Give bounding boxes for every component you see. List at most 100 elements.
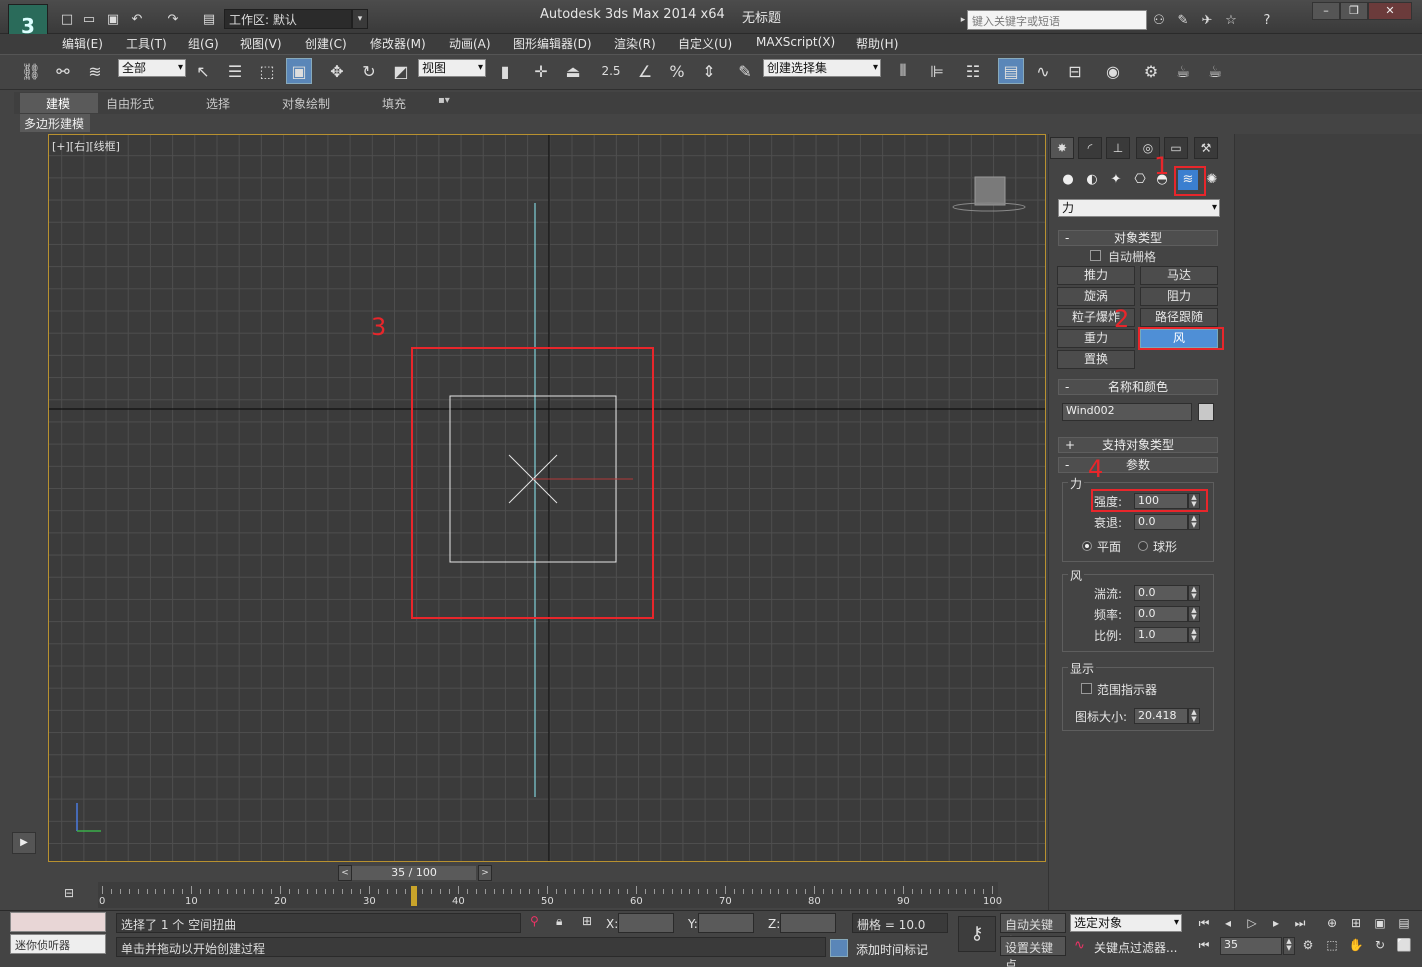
shapes-icon[interactable]: ◐ — [1082, 170, 1102, 190]
menu-help[interactable]: 帮助(H) — [856, 35, 898, 52]
edit-named-selection-icon[interactable]: ✎ — [732, 58, 758, 84]
lock-selection-icon[interactable]: 🔒︎ — [556, 914, 562, 929]
vortex-button[interactable]: 旋涡 — [1057, 287, 1135, 306]
undo-icon[interactable]: ↶ — [128, 10, 146, 28]
time-prev-button[interactable]: < — [338, 865, 352, 881]
named-selection-dropdown[interactable]: 创建选择集 — [763, 59, 881, 77]
hierarchy-tab-icon[interactable]: ⊥ — [1106, 137, 1130, 159]
redo-icon[interactable]: ↷ — [164, 10, 182, 28]
next-frame-icon[interactable]: ▸ — [1266, 914, 1286, 932]
parameters-rollout-header[interactable]: - 参数 — [1058, 457, 1218, 473]
ribbon-tab-object-paint[interactable]: 对象绘制 — [282, 95, 330, 112]
modify-tab-icon[interactable]: ◜ — [1078, 137, 1102, 159]
geometry-icon[interactable]: ● — [1058, 170, 1078, 190]
help-icon[interactable]: ? — [1258, 11, 1276, 29]
scale-spinner[interactable]: ▲ ▼ — [1188, 627, 1200, 643]
menu-views[interactable]: 视图(V) — [240, 35, 282, 52]
project-folder-icon[interactable]: ▤ — [200, 10, 218, 28]
layer-manager-icon[interactable]: ☷ — [960, 58, 986, 84]
spinner-snap-icon[interactable]: ⇕ — [696, 58, 722, 84]
displace-button[interactable]: 置换 — [1057, 350, 1135, 369]
ribbon-tab-populate[interactable]: 填充 — [382, 95, 406, 112]
viewport-right[interactable] — [48, 134, 1046, 862]
isolate-selection-icon[interactable]: ⚲ — [530, 914, 539, 928]
save-icon[interactable]: ▣ — [104, 10, 122, 28]
binoculars-icon[interactable]: ⚇ — [1150, 11, 1168, 29]
pivot-center-icon[interactable]: ▮ — [492, 58, 518, 84]
name-color-rollout-header[interactable]: - 名称和颜色 — [1058, 379, 1218, 395]
go-to-end-icon[interactable]: ⏭ — [1290, 914, 1310, 932]
path-follow-button[interactable]: 路径跟随 — [1140, 308, 1218, 327]
menu-maxscript[interactable]: MAXScript(X) — [756, 35, 835, 49]
icon-size-spinner[interactable]: ▲ ▼ — [1188, 708, 1200, 724]
maximize-button[interactable]: ❐ — [1340, 2, 1368, 20]
selection-filter-dropdown[interactable]: 全部 — [118, 59, 186, 77]
utilities-tab-icon[interactable]: ⚒ — [1194, 137, 1218, 159]
lights-icon[interactable]: ✦ — [1106, 170, 1126, 190]
key-filters-button[interactable]: 关键点过滤器... — [1094, 939, 1177, 956]
menu-edit[interactable]: 编辑(E) — [62, 35, 103, 52]
tools-icon[interactable]: ✎ — [1174, 11, 1192, 29]
workspace-dropdown[interactable]: 工作区: 默认 — [224, 9, 352, 29]
prev-frame-icon[interactable]: ◂ — [1218, 914, 1238, 932]
time-tag-icon[interactable] — [830, 939, 848, 957]
rotate-icon[interactable]: ↻ — [356, 58, 382, 84]
ref-coord-dropdown[interactable]: 视图 — [418, 59, 486, 77]
favorites-star-icon[interactable]: ☆ — [1222, 11, 1240, 29]
minimize-button[interactable]: – — [1312, 2, 1340, 20]
mini-listener[interactable]: 迷你侦听器 — [10, 934, 106, 954]
object-type-rollout-header[interactable]: - 对象类型 — [1058, 230, 1218, 246]
new-file-icon[interactable]: □ — [58, 10, 76, 28]
menu-tools[interactable]: 工具(T) — [126, 35, 167, 52]
auto-grid-checkbox[interactable] — [1090, 250, 1101, 261]
workspace-dropdown-arrow[interactable]: ▾ — [352, 9, 368, 29]
snap-toggle-icon[interactable]: 2.5 — [598, 58, 624, 84]
decay-spinner[interactable]: ▲ ▼ — [1188, 514, 1200, 530]
ribbon-sub-tab[interactable]: 多边形建模 — [20, 114, 90, 132]
expand-ribbon-button[interactable]: ▶ — [12, 832, 36, 854]
cameras-icon[interactable]: ⎔ — [1130, 170, 1150, 190]
pan-icon[interactable]: ✋ — [1346, 936, 1366, 954]
bind-spacewarp-icon[interactable]: ≋ — [82, 58, 108, 84]
key-filters-icon[interactable]: ∿ — [1074, 938, 1085, 953]
select-object-icon[interactable]: ↖ — [190, 58, 216, 84]
scene-explorer-icon[interactable]: ▤ — [998, 58, 1024, 84]
set-key-button[interactable]: 设置关键点 — [1000, 936, 1066, 967]
select-by-name-icon[interactable]: ☰ — [222, 58, 248, 84]
zoom-extents-all-icon[interactable]: ▤ — [1394, 914, 1414, 932]
menu-animation[interactable]: 动画(A) — [449, 35, 491, 52]
object-color-swatch[interactable] — [1198, 403, 1214, 421]
current-frame-spinner[interactable]: ▲ ▼ — [1283, 937, 1295, 955]
material-editor-icon[interactable]: ◉ — [1100, 58, 1126, 84]
current-frame-field[interactable]: 35 — [1220, 937, 1282, 955]
go-to-start-icon[interactable]: ⏮ — [1194, 914, 1214, 932]
window-crossing-icon[interactable]: ▣ — [286, 58, 312, 84]
menu-group[interactable]: 组(G) — [188, 35, 219, 52]
ribbon-tab-freeform[interactable]: 自由形式 — [106, 95, 154, 112]
frequency-field[interactable]: 0.0 — [1134, 606, 1188, 622]
object-name-field[interactable]: Wind002 — [1062, 403, 1192, 421]
percent-snap-icon[interactable]: % — [664, 58, 690, 84]
align-icon[interactable]: ⊫ — [924, 58, 950, 84]
move-icon[interactable]: ✥ — [324, 58, 350, 84]
drag-button[interactable]: 阻力 — [1140, 287, 1218, 306]
time-config-icon[interactable]: ⚙ — [1298, 936, 1318, 954]
add-time-tag[interactable]: 添加时间标记 — [856, 941, 928, 958]
render-setup-icon[interactable]: ⚙ — [1138, 58, 1164, 84]
supports-rollout-header[interactable]: + 支持对象类型 — [1058, 437, 1218, 453]
curve-editor-icon[interactable]: ∿ — [1030, 58, 1056, 84]
maximize-viewport-icon[interactable]: ⬜ — [1394, 936, 1414, 954]
selection-set-dropdown[interactable]: 选定对象 — [1070, 914, 1182, 932]
set-key-icon[interactable]: ⚷ — [958, 916, 996, 952]
menu-create[interactable]: 创建(C) — [305, 35, 347, 52]
zoom-icon[interactable]: ⊕ — [1322, 914, 1342, 932]
angle-snap-icon[interactable]: ∠ — [632, 58, 658, 84]
motor-button[interactable]: 马达 — [1140, 266, 1218, 285]
zoom-extents-icon[interactable]: ▣ — [1370, 914, 1390, 932]
render-production-icon[interactable]: ☕ — [1202, 58, 1228, 84]
search-input[interactable]: 键入关键字或短语 — [967, 10, 1147, 30]
y-coord-field[interactable] — [698, 913, 754, 933]
keyboard-shortcut-icon[interactable]: ⏏ — [560, 58, 586, 84]
category-dropdown[interactable]: 力 — [1058, 199, 1220, 217]
range-indicators-checkbox[interactable] — [1081, 683, 1092, 694]
